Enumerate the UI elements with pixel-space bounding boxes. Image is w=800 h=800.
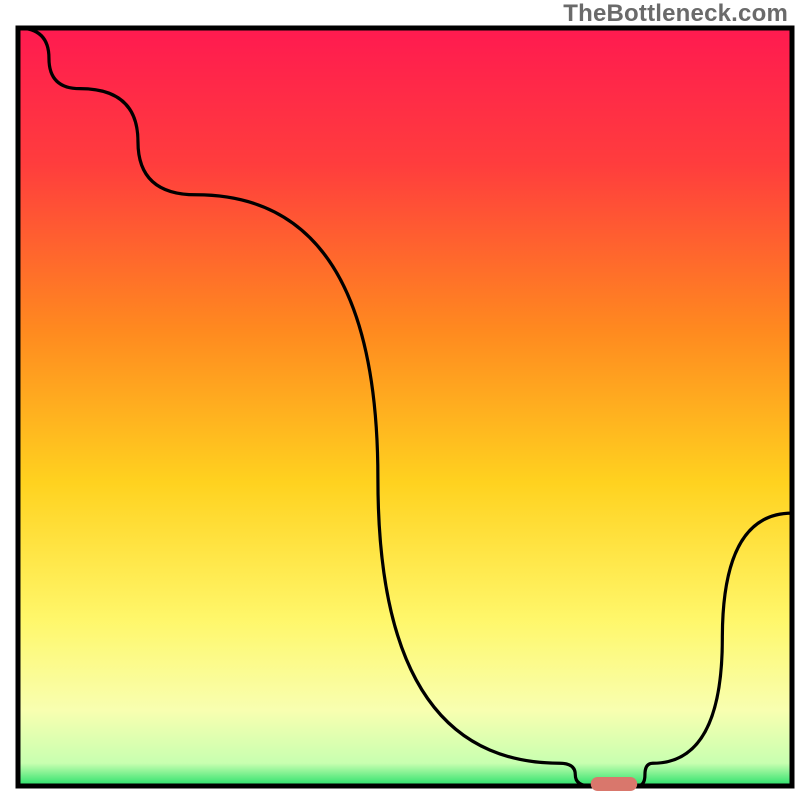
watermark-text: TheBottleneck.com	[563, 0, 788, 28]
bottleneck-chart	[0, 0, 800, 800]
chart-container: TheBottleneck.com	[0, 0, 800, 800]
optimal-range-marker	[591, 777, 637, 791]
gradient-background	[18, 28, 792, 786]
